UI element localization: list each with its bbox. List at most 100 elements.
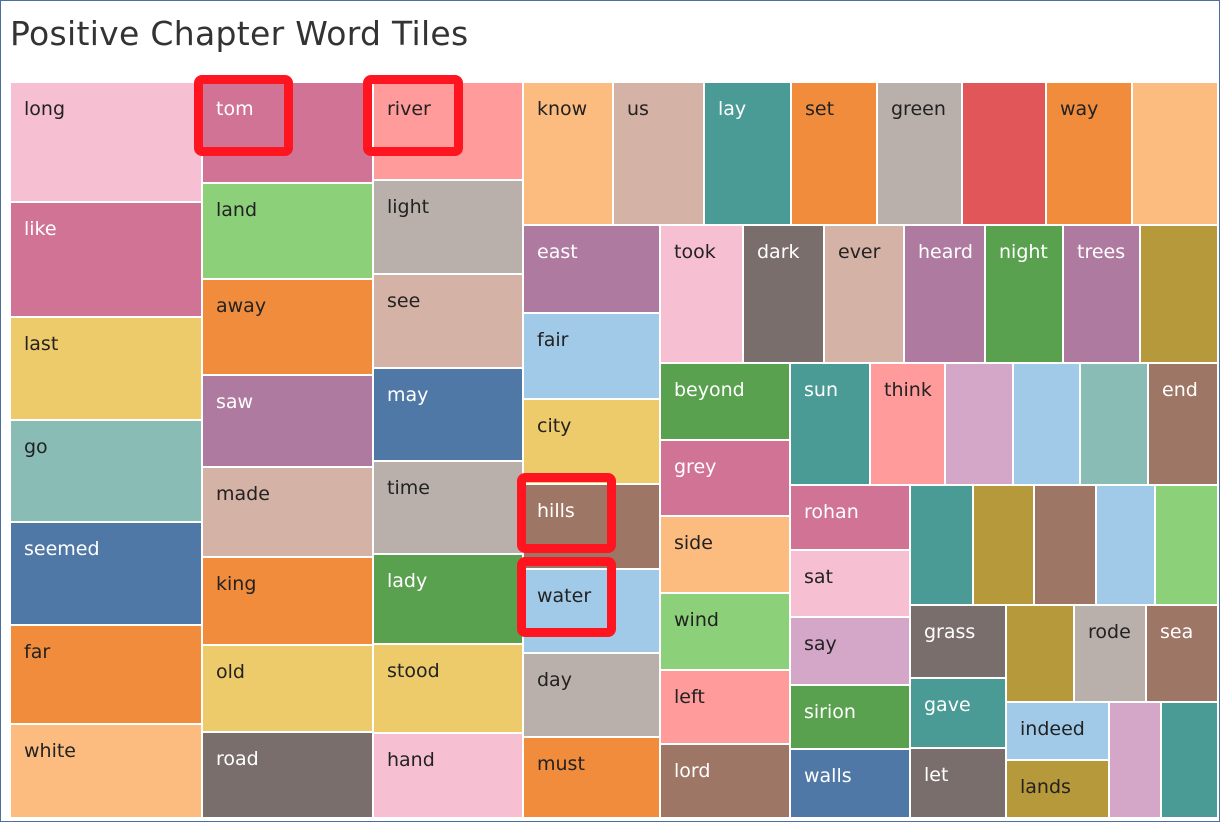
tile-label: sirion: [804, 701, 856, 723]
tile-day[interactable]: day: [523, 653, 660, 737]
tile-light[interactable]: light: [373, 180, 523, 274]
tile-label: end: [1162, 379, 1198, 401]
tile-label: took: [674, 241, 716, 263]
tile-label: like: [24, 218, 57, 240]
tile-rode[interactable]: rode: [1074, 605, 1146, 702]
tile-made[interactable]: made: [202, 467, 373, 557]
tile-set[interactable]: set: [791, 82, 877, 225]
tile-hand[interactable]: hand: [373, 733, 523, 818]
tile-label: land: [216, 199, 258, 221]
tile-let[interactable]: let: [910, 748, 1006, 818]
tile-label: go: [24, 436, 48, 458]
tile-sat[interactable]: sat: [790, 550, 910, 617]
tile-label: away: [216, 295, 267, 317]
tile-unlabeled-54[interactable]: [1013, 363, 1080, 485]
tile-sun[interactable]: sun: [790, 363, 870, 485]
tile-lord[interactable]: lord: [660, 744, 790, 818]
tile-end[interactable]: end: [1148, 363, 1218, 485]
tile-label: think: [884, 379, 932, 401]
tile-night[interactable]: night: [985, 225, 1063, 363]
tile-label: way: [1060, 98, 1099, 120]
tile-took[interactable]: took: [660, 225, 743, 363]
tile-white[interactable]: white: [10, 724, 202, 818]
tile-old[interactable]: old: [202, 645, 373, 732]
tile-label: city: [537, 415, 572, 437]
tile-lady[interactable]: lady: [373, 554, 523, 644]
tile-unlabeled-65[interactable]: [1096, 485, 1155, 605]
tile-must[interactable]: must: [523, 737, 660, 818]
tile-last[interactable]: last: [10, 317, 202, 420]
tile-know[interactable]: know: [523, 82, 613, 225]
tile-stood[interactable]: stood: [373, 644, 523, 733]
tile-label: day: [537, 669, 572, 691]
tile-label: sat: [804, 566, 833, 588]
tile-see[interactable]: see: [373, 274, 523, 368]
tile-us[interactable]: us: [613, 82, 704, 225]
tile-east[interactable]: east: [523, 225, 660, 313]
tile-label: ever: [838, 241, 881, 263]
tile-trees[interactable]: trees: [1063, 225, 1140, 363]
tile-think[interactable]: think: [870, 363, 945, 485]
tile-left[interactable]: left: [660, 670, 790, 744]
tile-unlabeled-63[interactable]: [973, 485, 1034, 605]
tile-fair[interactable]: fair: [523, 313, 660, 399]
tile-gave[interactable]: gave: [910, 678, 1006, 748]
tile-say[interactable]: say: [790, 617, 910, 685]
highlight-box-hills: [517, 473, 616, 553]
tile-unlabeled-28[interactable]: [962, 82, 1046, 225]
tile-unlabeled-66[interactable]: [1155, 485, 1218, 605]
tile-label: far: [24, 641, 51, 663]
tile-saw[interactable]: saw: [202, 375, 373, 467]
tile-label: beyond: [674, 379, 745, 401]
tile-dark[interactable]: dark: [743, 225, 824, 363]
tile-grass[interactable]: grass: [910, 605, 1006, 678]
tile-land[interactable]: land: [202, 183, 373, 279]
tile-unlabeled-64[interactable]: [1034, 485, 1096, 605]
tile-city[interactable]: city: [523, 399, 660, 484]
tile-side[interactable]: side: [660, 516, 790, 593]
tile-label: saw: [216, 391, 254, 413]
tile-away[interactable]: away: [202, 279, 373, 375]
tile-label: must: [537, 753, 585, 775]
tile-label: long: [24, 98, 66, 120]
tile-unlabeled-30[interactable]: [1132, 82, 1218, 225]
tile-king[interactable]: king: [202, 557, 373, 645]
tile-ever[interactable]: ever: [824, 225, 904, 363]
tile-seemed[interactable]: seemed: [10, 522, 202, 625]
tile-label: know: [537, 98, 588, 120]
tile-label: seemed: [24, 538, 100, 560]
tile-unlabeled-76[interactable]: [1161, 702, 1218, 818]
tile-unlabeled-70[interactable]: [1006, 605, 1074, 702]
tile-unlabeled-38[interactable]: [1140, 225, 1218, 363]
tile-rohan[interactable]: rohan: [790, 485, 910, 550]
highlight-box-water: [517, 557, 616, 637]
tile-indeed[interactable]: indeed: [1006, 702, 1109, 760]
tile-unlabeled-53[interactable]: [945, 363, 1013, 485]
tile-lay[interactable]: lay: [704, 82, 791, 225]
tile-sea[interactable]: sea: [1146, 605, 1218, 702]
tile-long[interactable]: long: [10, 82, 202, 202]
tile-label: east: [537, 241, 578, 263]
tile-unlabeled-75[interactable]: [1109, 702, 1161, 818]
tile-unlabeled-62[interactable]: [910, 485, 973, 605]
tile-label: king: [216, 573, 257, 595]
tile-way[interactable]: way: [1046, 82, 1132, 225]
tile-heard[interactable]: heard: [904, 225, 985, 363]
tile-label: indeed: [1020, 718, 1085, 740]
tile-road[interactable]: road: [202, 732, 373, 818]
tile-wind[interactable]: wind: [660, 593, 790, 670]
tile-unlabeled-55[interactable]: [1080, 363, 1148, 485]
tile-beyond[interactable]: beyond: [660, 363, 790, 440]
tile-grey[interactable]: grey: [660, 440, 790, 516]
tile-label: heard: [918, 241, 973, 263]
tile-sirion[interactable]: sirion: [790, 685, 910, 749]
tile-may[interactable]: may: [373, 368, 523, 461]
tile-walls[interactable]: walls: [790, 749, 910, 818]
tile-time[interactable]: time: [373, 461, 523, 554]
tile-lands[interactable]: lands: [1006, 760, 1109, 818]
tile-label: sea: [1160, 621, 1194, 643]
tile-far[interactable]: far: [10, 625, 202, 724]
tile-like[interactable]: like: [10, 202, 202, 317]
tile-green[interactable]: green: [877, 82, 962, 225]
tile-go[interactable]: go: [10, 420, 202, 522]
